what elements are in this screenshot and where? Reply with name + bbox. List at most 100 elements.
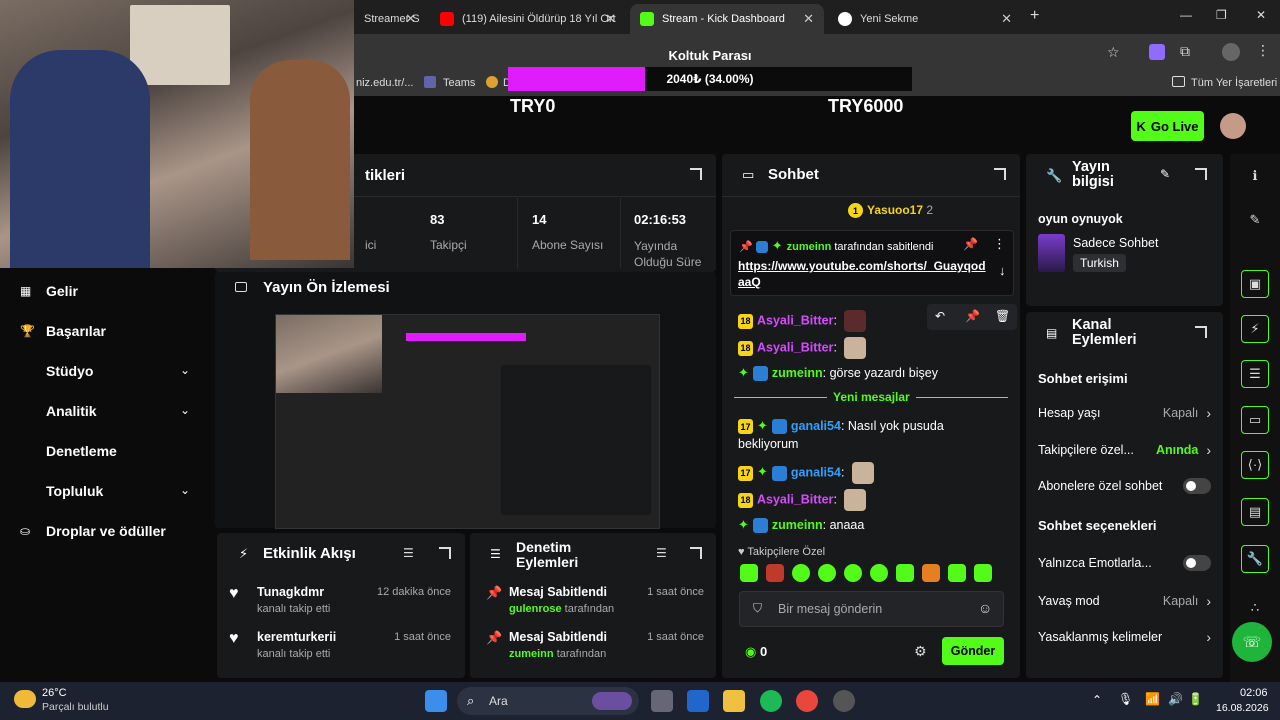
chat-username[interactable]: ganali54 bbox=[791, 465, 841, 479]
app-icon[interactable] bbox=[833, 690, 855, 712]
channel-actions-icon[interactable]: ▤ bbox=[1241, 498, 1269, 526]
nav-item-drops[interactable]: Droplar ve ödüller bbox=[46, 523, 166, 539]
emote-icon[interactable] bbox=[844, 564, 862, 582]
nav-item-analytics[interactable]: Analitik bbox=[46, 403, 97, 419]
menu-kebab-icon[interactable]: ⋮ bbox=[1256, 42, 1270, 59]
expand-icon[interactable] bbox=[1195, 168, 1207, 180]
chat-username[interactable]: Asyali_Bitter bbox=[757, 492, 833, 506]
setting-row[interactable]: Yavaş mod Kapalı › bbox=[1038, 593, 1211, 609]
moderation-user[interactable]: gulenrose bbox=[509, 603, 562, 615]
raid-icon[interactable]: ⟨·⟩ bbox=[1241, 451, 1269, 479]
setting-row[interactable]: Hesap yaşı Kapalı › bbox=[1038, 405, 1211, 421]
chevron-down-icon[interactable]: ⌄ bbox=[180, 363, 190, 377]
weather-temp[interactable]: 26°C bbox=[42, 687, 67, 699]
battery-icon[interactable]: 🔋 bbox=[1188, 692, 1203, 706]
top-user-name[interactable]: Yasuoo17 bbox=[867, 203, 923, 217]
close-icon[interactable]: ✕ bbox=[605, 11, 616, 27]
emoji-icon[interactable]: ☺ bbox=[978, 600, 992, 616]
emote-icon[interactable] bbox=[948, 564, 966, 582]
taskbar-search[interactable]: ⌕ Ara bbox=[457, 687, 639, 715]
dots-icon[interactable]: ∴ bbox=[1241, 594, 1269, 622]
close-icon[interactable]: ✕ bbox=[1001, 11, 1012, 27]
minimize-button[interactable]: — bbox=[1180, 8, 1192, 22]
preview-icon[interactable]: ▣ bbox=[1241, 270, 1269, 298]
close-window-button[interactable]: ✕ bbox=[1256, 8, 1266, 22]
chat-username[interactable]: zumeinn bbox=[772, 518, 823, 532]
pinned-link[interactable]: https://www.youtube.com/shorts/_Guayqoda… bbox=[738, 258, 988, 290]
spotify-icon[interactable] bbox=[760, 690, 782, 712]
clock-time[interactable]: 02:06 bbox=[1240, 687, 1268, 699]
maximize-button[interactable]: ❐ bbox=[1216, 8, 1227, 22]
extensions-icon[interactable]: ⧉ bbox=[1180, 43, 1190, 60]
tab-kick-dashboard[interactable]: Stream - Kick Dashboard ✕ bbox=[630, 4, 824, 34]
unpin-icon[interactable]: 📌 bbox=[963, 237, 978, 251]
chat-icon[interactable]: ▭ bbox=[1241, 406, 1269, 434]
task-view-icon[interactable] bbox=[651, 690, 673, 712]
subscriber-only-toggle[interactable] bbox=[1183, 478, 1211, 494]
wrench-icon[interactable]: 🔧 bbox=[1241, 545, 1269, 573]
edit-icon[interactable]: ✎ bbox=[1241, 206, 1269, 234]
chat-username[interactable]: zumeinn bbox=[772, 366, 823, 380]
expand-icon[interactable] bbox=[994, 168, 1006, 180]
new-tab-button[interactable]: + bbox=[1030, 7, 1039, 25]
chat-username[interactable]: Asyali_Bitter bbox=[757, 313, 833, 327]
chat-username[interactable]: Asyali_Bitter bbox=[757, 340, 833, 354]
emote-only-toggle[interactable] bbox=[1183, 555, 1211, 571]
support-icon[interactable]: ☏ bbox=[1232, 622, 1272, 662]
more-icon[interactable]: ⋮ bbox=[993, 236, 1006, 252]
info-icon[interactable]: ℹ bbox=[1241, 162, 1269, 190]
volume-icon[interactable]: 🔊 bbox=[1168, 692, 1183, 706]
chevron-down-icon[interactable]: ⌄ bbox=[180, 483, 190, 497]
edit-icon[interactable]: ✎ bbox=[1160, 167, 1170, 181]
emote-icon[interactable] bbox=[740, 564, 758, 582]
wifi-icon[interactable]: 📶 bbox=[1145, 692, 1160, 706]
pinned-by-user[interactable]: zumeinn bbox=[787, 241, 832, 253]
emote-icon[interactable] bbox=[896, 564, 914, 582]
send-button[interactable]: Gönder bbox=[942, 637, 1004, 665]
emote-icon[interactable] bbox=[922, 564, 940, 582]
chrome-icon[interactable] bbox=[796, 690, 818, 712]
file-explorer-icon[interactable] bbox=[723, 690, 745, 712]
store-icon[interactable] bbox=[687, 690, 709, 712]
tab-streamer[interactable]: Streamer S ✕ bbox=[354, 4, 426, 34]
chevron-up-icon[interactable]: ⌃ bbox=[1092, 693, 1102, 707]
bookmark-item[interactable]: niz.edu.tr/... bbox=[356, 77, 413, 89]
bolt-icon[interactable]: ⚡ bbox=[1241, 315, 1269, 343]
setting-row[interactable]: Yasaklanmış kelimeler › bbox=[1038, 629, 1211, 645]
tab-youtube[interactable]: (119) Ailesini Öldürüp 18 Yıl Ort ✕ bbox=[430, 4, 626, 34]
emote-icon[interactable] bbox=[818, 564, 836, 582]
emote-icon[interactable] bbox=[766, 564, 784, 582]
expand-icon[interactable] bbox=[1195, 326, 1207, 338]
microphone-icon[interactable]: 🎙 bbox=[1118, 692, 1133, 706]
stream-category[interactable]: Sadece Sohbet bbox=[1073, 236, 1159, 250]
nav-item-moderation[interactable]: Denetleme bbox=[46, 443, 117, 459]
bookmark-item[interactable]: Teams bbox=[443, 77, 475, 89]
emote-icon[interactable] bbox=[974, 564, 992, 582]
expand-icon[interactable] bbox=[690, 547, 702, 559]
expand-icon[interactable] bbox=[690, 168, 702, 180]
preview-video[interactable] bbox=[275, 314, 660, 529]
chevron-down-icon[interactable]: ⌄ bbox=[180, 403, 190, 417]
nav-item-achievements[interactable]: Başarılar bbox=[46, 323, 106, 339]
expand-icon[interactable] bbox=[439, 547, 451, 559]
tab-new[interactable]: Yeni Sekme ✕ bbox=[828, 4, 1022, 34]
nav-item-studio[interactable]: Stüdyo bbox=[46, 363, 93, 379]
close-icon[interactable]: ✕ bbox=[803, 11, 814, 27]
chat-username[interactable]: ganali54 bbox=[791, 419, 841, 433]
chat-input[interactable]: ⛉ Bir mesaj gönderin ☺ bbox=[739, 591, 1004, 627]
all-bookmarks[interactable]: Tüm Yer İşaretleri bbox=[1191, 77, 1277, 89]
moderation-user[interactable]: zumeinn bbox=[509, 648, 554, 660]
go-live-button[interactable]: K Go Live bbox=[1131, 111, 1204, 141]
star-icon[interactable]: ☆ bbox=[1107, 44, 1120, 61]
activity-user[interactable]: keremturkerii bbox=[257, 630, 336, 644]
nav-item-revenue[interactable]: Gelir bbox=[46, 283, 78, 299]
points-display[interactable]: ◉ 0 bbox=[745, 644, 767, 660]
filter-icon[interactable]: ☰ bbox=[656, 546, 667, 560]
settings-icon[interactable]: ⚙ bbox=[914, 643, 927, 660]
avatar[interactable] bbox=[1220, 113, 1246, 139]
profile-avatar[interactable] bbox=[1222, 43, 1240, 61]
twitch-extension-icon[interactable] bbox=[1149, 44, 1165, 60]
arrow-down-icon[interactable]: ↓ bbox=[999, 263, 1006, 278]
nav-item-community[interactable]: Topluluk bbox=[46, 483, 103, 499]
filter-icon[interactable]: ☰ bbox=[403, 546, 414, 560]
